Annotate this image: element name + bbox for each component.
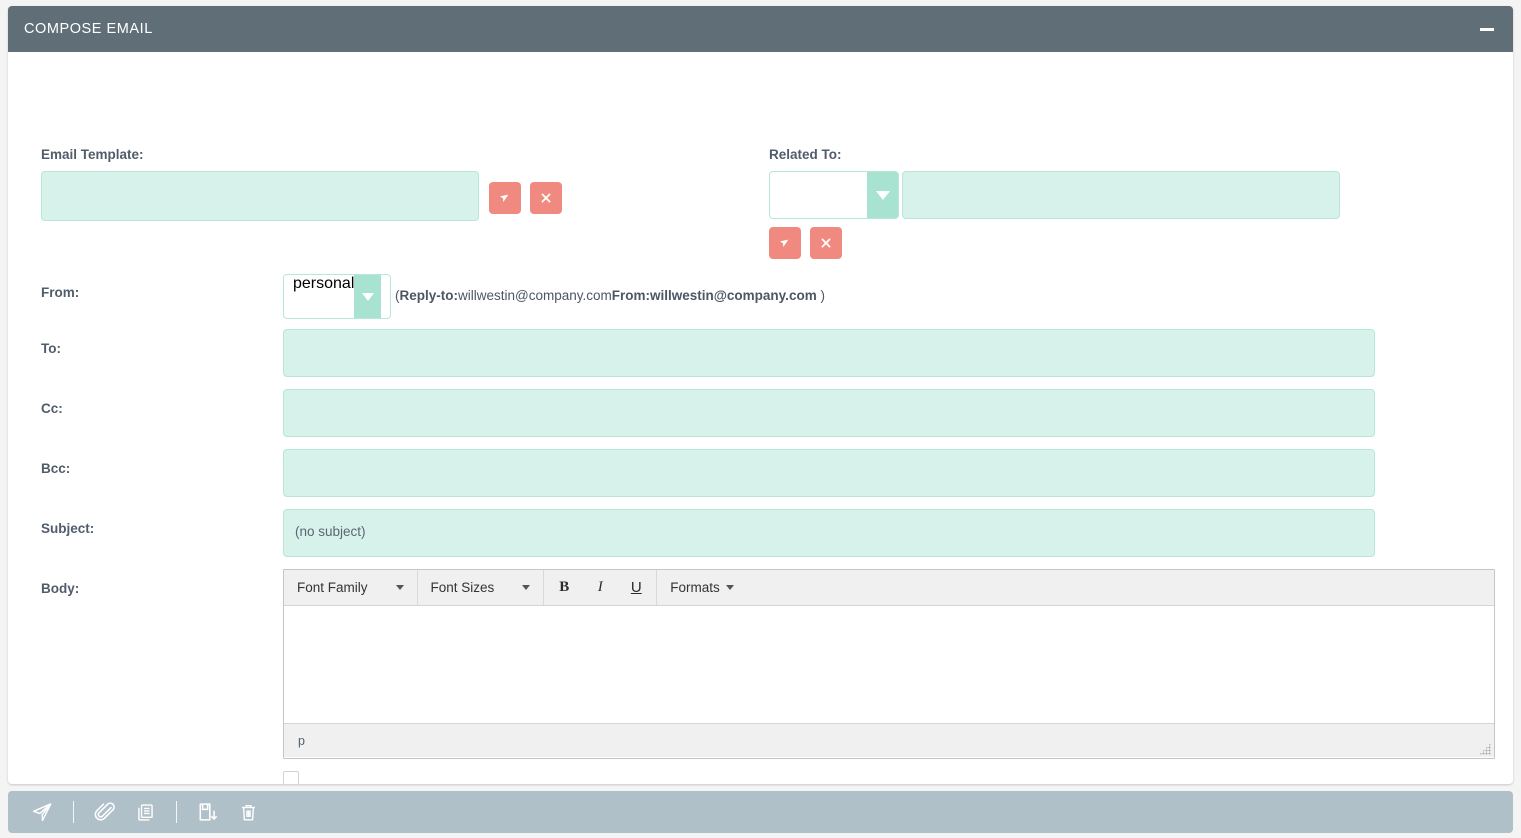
panel-body: Email Template: Related To: (8, 52, 1513, 784)
plain-text-checkbox[interactable] (283, 771, 299, 784)
chevron-down-icon[interactable] (354, 275, 381, 318)
formats-dropdown[interactable]: Formats (661, 574, 743, 602)
arrow-pointer-icon-button[interactable] (489, 182, 521, 214)
from-meta-close: ) (817, 288, 825, 303)
reply-to-label: Reply-to: (400, 288, 459, 303)
italic-button[interactable]: I (585, 574, 615, 602)
toolbar-divider (176, 801, 177, 823)
subject-value: (no subject) (295, 524, 366, 539)
formats-group: Formats (657, 570, 747, 605)
related-to-record-input[interactable] (902, 171, 1340, 219)
toolbar-divider (73, 801, 74, 823)
cc-label: Cc: (41, 401, 63, 416)
bcc-label: Bcc: (41, 461, 70, 476)
email-template-label: Email Template: (41, 147, 144, 162)
from-address-label: From:willwestin@company.com (612, 288, 817, 303)
trash-icon[interactable] (228, 797, 268, 827)
font-family-group: Font Family (284, 570, 418, 605)
to-label: To: (41, 341, 61, 356)
editor-element-path: p (298, 734, 305, 748)
documents-icon[interactable] (125, 797, 165, 827)
floppy-disk-icon[interactable] (188, 797, 228, 827)
action-toolbar (8, 791, 1513, 833)
plain-text-label: Send in Plain Text: (41, 782, 161, 784)
font-sizes-group: Font Sizes (418, 570, 545, 605)
font-sizes-dropdown[interactable]: Font Sizes (422, 574, 540, 602)
minus-icon[interactable] (1479, 21, 1495, 37)
font-family-label: Font Family (297, 580, 368, 595)
page-title: COMPOSE EMAIL (24, 21, 153, 37)
font-sizes-label: Font Sizes (431, 580, 495, 595)
email-template-input[interactable] (41, 171, 479, 221)
editor-toolbar: Font Family Font Sizes B I U (284, 570, 1494, 606)
resize-handle-icon[interactable] (1479, 743, 1491, 755)
paperclip-icon[interactable] (85, 797, 125, 827)
bcc-input[interactable] (283, 449, 1375, 497)
cc-input[interactable] (283, 389, 1375, 437)
reply-to-value: willwestin@company.com (458, 288, 612, 303)
panel-header: COMPOSE EMAIL (8, 6, 1513, 52)
to-input[interactable] (283, 329, 1375, 377)
font-family-dropdown[interactable]: Font Family (288, 574, 413, 602)
related-to-module-select[interactable] (769, 171, 899, 219)
chevron-down-icon (522, 585, 530, 590)
x-icon-button[interactable] (530, 182, 562, 214)
editor-status-bar: p (284, 724, 1494, 757)
bold-button[interactable]: B (549, 574, 579, 602)
subject-input[interactable]: (no subject) (283, 509, 1375, 557)
from-account-select[interactable]: personal (283, 274, 391, 319)
formats-label: Formats (670, 580, 720, 595)
compose-email-panel: COMPOSE EMAIL Email Template: (8, 6, 1513, 784)
text-style-group: B I U (544, 570, 657, 605)
arrow-pointer-icon-button[interactable] (769, 227, 801, 259)
subject-label: Subject: (41, 521, 94, 536)
body-content-area[interactable] (284, 606, 1494, 724)
related-to-label: Related To: (769, 147, 842, 162)
compose-email-screen: COMPOSE EMAIL Email Template: (0, 0, 1521, 838)
email-template-buttons (489, 182, 562, 214)
related-to-buttons (769, 227, 842, 259)
x-icon-button[interactable] (810, 227, 842, 259)
chevron-down-icon (396, 585, 404, 590)
related-to-module-value (770, 172, 867, 218)
from-account-value: personal (284, 275, 354, 318)
chevron-down-icon[interactable] (867, 172, 898, 218)
from-label: From: (41, 285, 79, 300)
body-label: Body: (41, 581, 79, 596)
paper-plane-icon[interactable] (22, 797, 62, 827)
from-address-detail: (Reply-to:willwestin@company.comFrom:wil… (395, 288, 825, 303)
body-editor: Font Family Font Sizes B I U (283, 569, 1495, 759)
chevron-down-icon (726, 585, 734, 590)
underline-button[interactable]: U (621, 574, 651, 602)
